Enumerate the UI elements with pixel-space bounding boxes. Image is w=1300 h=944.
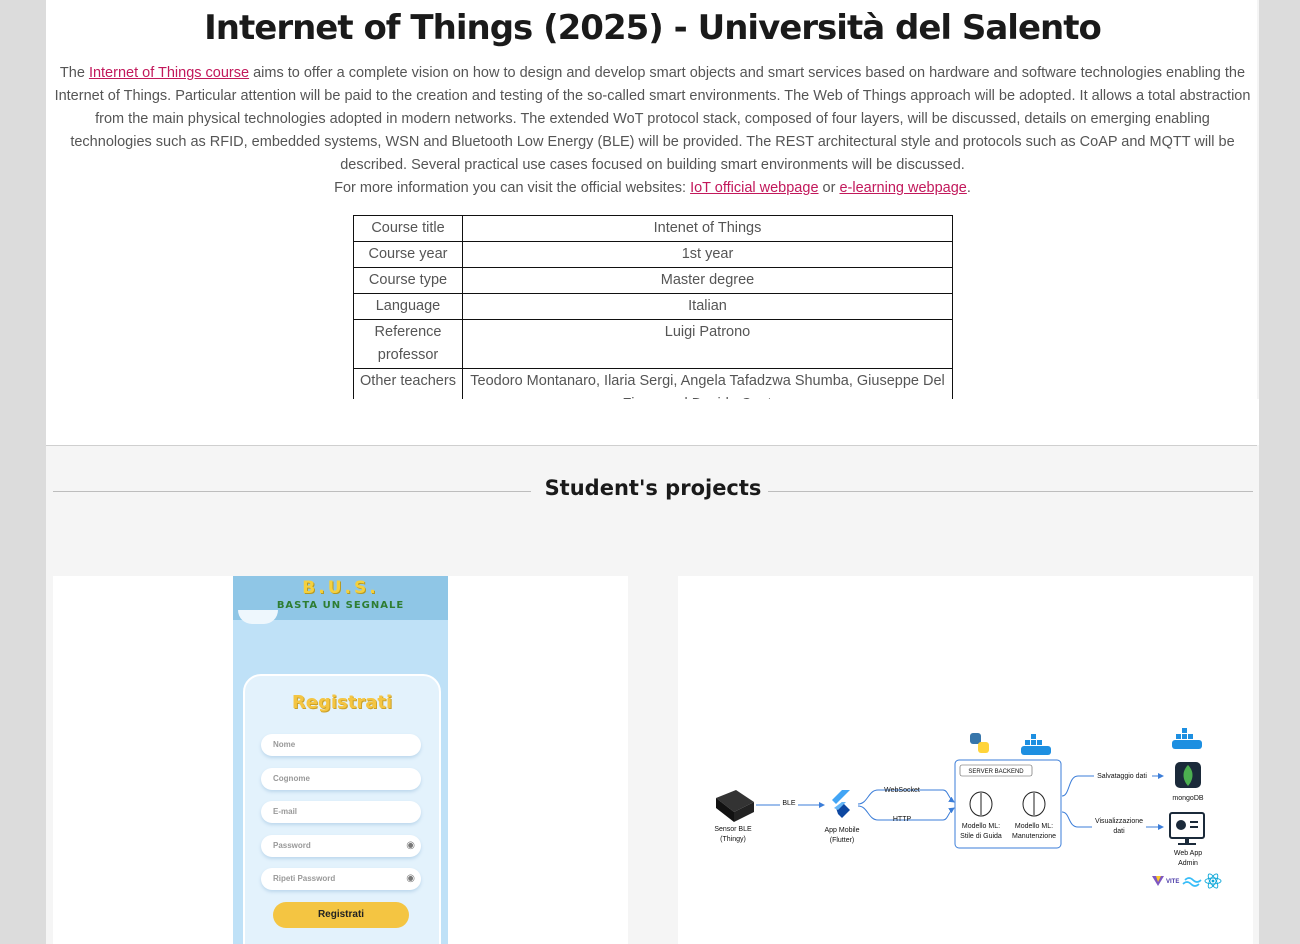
docker-icon: [1172, 728, 1202, 749]
bus-logo: B.U.S.: [302, 578, 379, 598]
model1-label-2: Stile di Guida: [960, 833, 1002, 840]
repeat-password-field[interactable]: Ripeti Password ◉: [261, 868, 421, 890]
sensor-label-2: (Thingy): [720, 836, 746, 843]
flutter-icon: [832, 790, 850, 818]
table-row: Language Italian: [353, 293, 953, 320]
viz-label-1: Visualizzazione: [1095, 818, 1143, 825]
vite-label: VITE: [1166, 879, 1179, 885]
surname-field[interactable]: Cognome: [261, 768, 421, 790]
http-label: HTTP: [893, 816, 912, 823]
surname-placeholder: Cognome: [273, 774, 310, 783]
register-form: Registrati Nome Cognome E-mail Password ◉…: [243, 674, 441, 944]
table-value: Italian: [462, 293, 953, 320]
more-info-or: or: [818, 180, 840, 196]
eye-icon[interactable]: ◉: [406, 835, 415, 857]
table-row: Reference professor Luigi Patrono: [353, 319, 953, 369]
sensor-label-1: Sensor BLE: [714, 826, 752, 833]
elearning-webpage-link[interactable]: e-learning webpage: [839, 180, 966, 196]
name-placeholder: Nome: [273, 740, 296, 749]
course-info-table: Course title Intenet of Things Course ye…: [353, 215, 953, 418]
model2-label-2: Manutenzione: [1012, 833, 1056, 840]
password-placeholder: Password: [273, 841, 311, 850]
db-label: mongoDB: [1172, 795, 1203, 802]
model1-label-1: Modello ML:: [962, 823, 1000, 830]
table-key: Reference professor: [353, 319, 463, 369]
table-value: Master degree: [462, 267, 953, 294]
decorative-bubble: [238, 610, 278, 624]
table-key: Language: [353, 293, 463, 320]
table-value: 1st year: [462, 241, 953, 268]
email-placeholder: E-mail: [273, 807, 298, 816]
more-info: For more information you can visit the o…: [46, 177, 1259, 200]
docker-icon: [1021, 734, 1051, 755]
course-section: Internet of Things (2025) - Università d…: [46, 0, 1259, 418]
websocket-label: WebSocket: [884, 787, 920, 794]
course-description: The Internet of Things course aims to of…: [54, 62, 1251, 177]
table-key: Course title: [353, 215, 463, 242]
table-row: Course title Intenet of Things: [353, 215, 953, 242]
viz-label-2: dati: [1113, 828, 1125, 835]
projects-heading: Student's projects: [53, 476, 1253, 506]
section-divider: [46, 445, 1257, 446]
database-icon: [1175, 762, 1201, 788]
architecture-diagram: Sensor BLE (Thingy) BLE App Mobile (Flut…: [714, 728, 1222, 889]
bus-tagline: BASTA UN SEGNALE: [276, 600, 405, 611]
python-icon: [970, 733, 989, 753]
sensor-icon: [716, 790, 754, 822]
more-info-prefix: For more information you can visit the o…: [334, 180, 691, 196]
more-info-suffix: .: [966, 180, 971, 196]
name-field[interactable]: Nome: [261, 734, 421, 756]
project-card-architecture[interactable]: Sensor BLE (Thingy) BLE App Mobile (Flut…: [678, 576, 1253, 944]
eye-icon[interactable]: ◉: [406, 868, 415, 890]
model2-label-1: Modello ML:: [1015, 823, 1053, 830]
ble-label: BLE: [782, 800, 796, 807]
table-value: Intenet of Things: [462, 215, 953, 242]
web-app-label-1: Web App: [1174, 850, 1202, 857]
tailwind-icon: [1182, 877, 1202, 887]
iot-webpage-link[interactable]: IoT official webpage: [690, 180, 818, 196]
table-row: Course year 1st year: [353, 241, 953, 268]
register-button[interactable]: Registrati: [273, 902, 409, 928]
table-value: Luigi Patrono: [462, 319, 953, 369]
page-title: Internet of Things (2025) - Università d…: [204, 8, 1102, 48]
react-icon: [1204, 873, 1222, 889]
table-row: Course type Master degree: [353, 267, 953, 294]
app-label-2: (Flutter): [830, 837, 855, 844]
description-body: aims to offer a complete vision on how t…: [54, 65, 1251, 173]
table-key: Course type: [353, 267, 463, 294]
projects-title: Student's projects: [544, 476, 762, 500]
web-app-label-2: Admin: [1178, 860, 1198, 867]
app-label-1: App Mobile: [824, 827, 859, 834]
bus-app-screenshot: B.U.S. BASTA UN SEGNALE Registrati Nome …: [233, 576, 448, 944]
repeat-password-placeholder: Ripeti Password: [273, 874, 336, 883]
table-key: Course year: [353, 241, 463, 268]
register-title: Registrati: [291, 692, 393, 713]
server-label: SERVER BACKEND: [968, 769, 1024, 775]
password-field[interactable]: Password ◉: [261, 835, 421, 857]
page-container: Internet of Things (2025) - Università d…: [46, 0, 1259, 944]
description-prefix: The: [59, 65, 89, 81]
course-link[interactable]: Internet of Things course: [89, 65, 249, 81]
email-field[interactable]: E-mail: [261, 801, 421, 823]
section-spacer: [46, 399, 1259, 445]
vite-icon: [1152, 876, 1164, 886]
project-card-bus[interactable]: B.U.S. BASTA UN SEGNALE Registrati Nome …: [53, 576, 628, 944]
monitor-icon: [1169, 812, 1205, 845]
save-label: Salvataggio dati: [1097, 773, 1147, 780]
